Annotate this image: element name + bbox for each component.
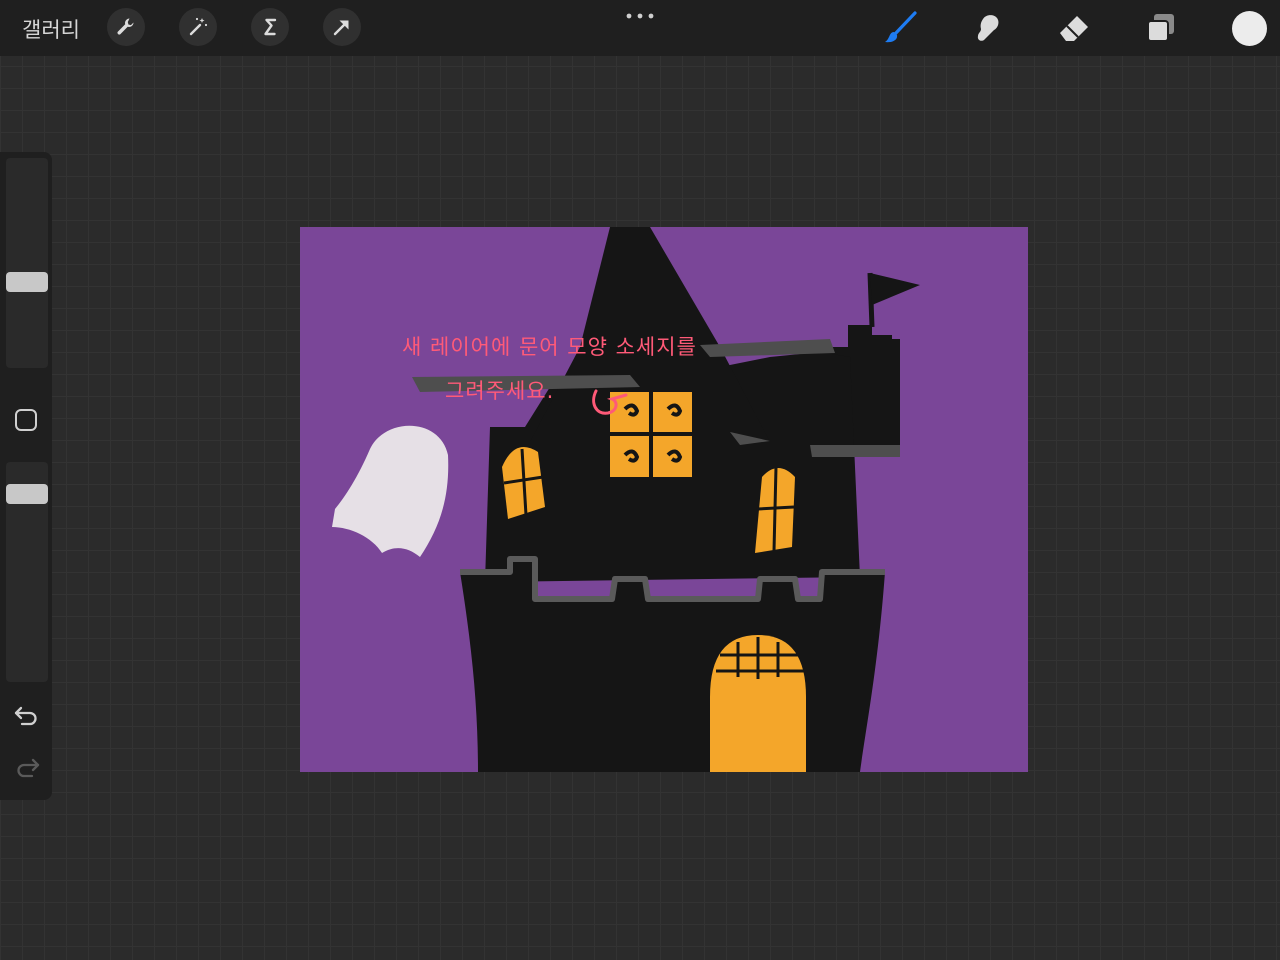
selection-icon — [264, 18, 277, 36]
magic-wand-icon — [189, 17, 208, 36]
opacity-handle[interactable] — [6, 484, 48, 504]
actions-button[interactable] — [107, 8, 145, 46]
adjustments-button[interactable] — [179, 8, 217, 46]
layers-button[interactable] — [1141, 8, 1181, 48]
smudge-tool-button[interactable] — [967, 8, 1007, 48]
instruction-text-line1: 새 레이어에 문어 모양 소세지를 — [402, 335, 697, 359]
wrench-icon — [117, 18, 134, 35]
top-toolbar: 갤러리 — [0, 0, 1280, 56]
instruction-text-line2: 그려주세요. — [445, 379, 555, 403]
drawing-canvas[interactable]: 새 레이어에 문어 모양 소세지를 그려주세요. — [300, 227, 1028, 772]
roof-rim — [810, 445, 900, 457]
brush-size-handle[interactable] — [6, 272, 48, 292]
brush-icon — [885, 11, 917, 43]
color-picker-button[interactable] — [1232, 11, 1267, 46]
transform-arrow-icon — [333, 20, 349, 36]
redo-icon[interactable] — [13, 755, 41, 779]
modify-square-icon[interactable] — [14, 408, 38, 432]
transform-button[interactable] — [323, 8, 361, 46]
more-options-icon[interactable] — [622, 8, 658, 24]
undo-icon[interactable] — [13, 703, 41, 727]
brush-tool-button[interactable] — [880, 8, 920, 48]
brush-size-slider[interactable] — [6, 158, 48, 368]
left-sidebar — [0, 152, 52, 800]
layers-icon — [1147, 14, 1174, 42]
gallery-button[interactable]: 갤러리 — [22, 14, 80, 44]
smudge-icon — [977, 15, 999, 41]
selection-button[interactable] — [251, 8, 289, 46]
eraser-icon — [1060, 16, 1088, 41]
eraser-tool-button[interactable] — [1054, 8, 1094, 48]
